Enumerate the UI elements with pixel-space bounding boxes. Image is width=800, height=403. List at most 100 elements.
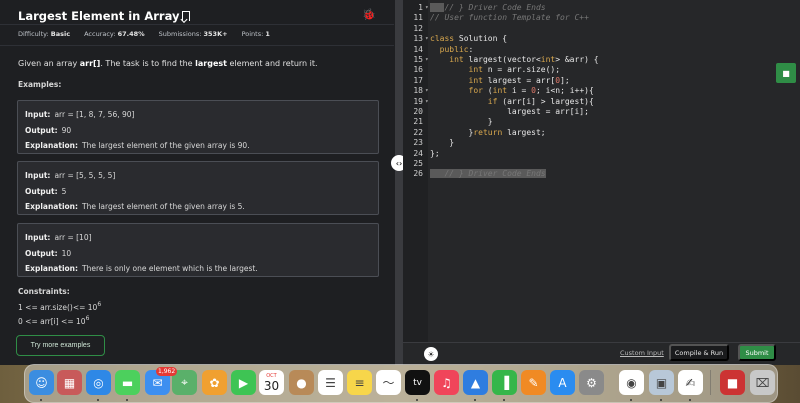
line-number: 23	[413, 138, 423, 148]
freeform-icon[interactable]: 〜	[376, 370, 401, 395]
line-number: 18	[413, 86, 423, 96]
code-line[interactable]: 13 ▾ class Solution {	[403, 34, 800, 45]
editor-footer: ☀ Custom Input Compile & Run Submit	[403, 342, 800, 365]
lightbulb-icon[interactable]: ☀	[424, 347, 438, 361]
examples-heading: Examples:	[18, 80, 62, 89]
line-number: 24	[413, 148, 423, 158]
code-editor[interactable]: 1 ▾ // } Driver Code Ends 11// User functi…	[403, 0, 800, 342]
code-line[interactable]: 16 int n = arr.size();	[403, 65, 800, 76]
code-line[interactable]: 23 }	[403, 138, 800, 149]
code-line[interactable]: 22 }return largest;	[403, 128, 800, 139]
appletv-icon[interactable]: tv	[405, 370, 430, 395]
code-text[interactable]: if (arr[i] > largest){	[430, 97, 594, 108]
submit-button[interactable]: Submit	[738, 344, 776, 361]
line-number: 13	[413, 34, 423, 44]
code-text[interactable]: // } Driver Code Ends	[430, 169, 546, 180]
safari-icon[interactable]: ◎	[86, 370, 111, 395]
code-text[interactable]: // User function Template for C++	[430, 13, 589, 24]
calendar-day: 30	[263, 378, 280, 393]
code-text[interactable]: int largest = arr[0];	[430, 76, 570, 87]
code-line[interactable]: 12	[403, 24, 800, 35]
chrome-icon[interactable]: ◉	[619, 370, 644, 395]
bug-report-icon[interactable]: 🐞	[362, 8, 376, 21]
accuracy: Accuracy: 67.48%	[84, 30, 145, 38]
calendar-icon[interactable]: OCT 30	[259, 370, 284, 395]
code-line[interactable]: 24};	[403, 149, 800, 160]
code-text[interactable]: }	[430, 138, 454, 149]
constraints-heading: Constraints:	[18, 287, 70, 296]
pages-icon[interactable]: ✎	[521, 370, 546, 395]
photos-icon[interactable]: ✿	[202, 370, 227, 395]
example-box: Input: arr = [1, 8, 7, 56, 90] Output: 90 …	[17, 100, 379, 154]
fold-arrow-icon[interactable]: ▾	[425, 34, 429, 45]
appletv-label: tv	[413, 377, 422, 388]
example-box: Input: arr = [5, 5, 5, 5] Output: 5 Explan…	[17, 161, 379, 215]
fold-arrow-icon[interactable]: ▾	[425, 97, 429, 108]
line-number: 25	[413, 159, 423, 168]
line-number: 22	[413, 127, 423, 137]
code-line[interactable]: 15 ▾ int largest(vector<int> &arr) {	[403, 55, 800, 66]
trash-icon[interactable]: ⌧	[750, 370, 775, 395]
code-text[interactable]: for (int i = 0; i<n; i++){	[430, 86, 594, 97]
submissions: Submissions: 353K+	[158, 30, 228, 38]
photo-booth-icon[interactable]: ■	[720, 370, 745, 395]
code-text[interactable]: // } Driver Code Ends	[430, 3, 546, 14]
code-line[interactable]: 21 }	[403, 117, 800, 128]
line-number: 17	[413, 75, 423, 85]
code-text[interactable]: };	[430, 149, 440, 160]
running-indicator	[416, 399, 418, 401]
notes-icon[interactable]: ≡	[347, 370, 372, 395]
problem-description: Given an array arr[]. The task is to fin…	[18, 59, 318, 68]
code-line[interactable]: 11 // User function Template for C++	[403, 13, 800, 24]
code-text[interactable]: class Solution {	[430, 34, 507, 45]
code-line[interactable]: 19 ▾ if (arr[i] > largest){	[403, 97, 800, 108]
contacts-icon[interactable]: ●	[289, 370, 314, 395]
line-number: 12	[413, 23, 423, 33]
try-more-examples-button[interactable]: Try more examples	[16, 335, 105, 356]
chat-icon[interactable]: ■	[776, 63, 796, 83]
fold-arrow-icon[interactable]: ▾	[425, 55, 429, 66]
code-text[interactable]: int n = arr.size();	[430, 65, 561, 76]
compile-run-button[interactable]: Compile & Run	[669, 344, 729, 361]
title-row: Largest Element in Array 🐞	[18, 8, 380, 24]
fold-arrow-icon[interactable]: ▾	[425, 3, 429, 14]
code-line[interactable]: 1 ▾ // } Driver Code Ends	[403, 3, 800, 14]
code-line[interactable]: 14 public:	[403, 45, 800, 56]
textedit-icon[interactable]: ✍	[678, 370, 703, 395]
panel-splitter[interactable]	[395, 0, 403, 365]
launchpad-icon[interactable]: ▦	[57, 370, 82, 395]
numbers-icon[interactable]: ▐	[492, 370, 517, 395]
facetime-icon[interactable]: ▶	[231, 370, 256, 395]
example-box: Input: arr = [10] Output: 10 Explanation: T…	[17, 223, 379, 277]
line-number: 15	[413, 55, 423, 64]
system-settings-icon[interactable]: ⚙	[579, 370, 604, 395]
code-line[interactable]: 25	[403, 159, 800, 170]
fold-arrow-icon[interactable]: ▾	[425, 86, 429, 97]
code-line[interactable]: 20 largest = arr[i];	[403, 107, 800, 118]
reminders-icon[interactable]: ☰	[318, 370, 343, 395]
appstore-icon[interactable]: A	[550, 370, 575, 395]
custom-input-link[interactable]: Custom Input	[620, 349, 664, 357]
code-text[interactable]: public:	[430, 45, 474, 56]
line-number: 26	[413, 169, 423, 179]
code-line[interactable]: 18 ▾ for (int i = 0; i<n; i++){	[403, 86, 800, 97]
messages-icon[interactable]: ▬	[115, 370, 140, 395]
running-indicator	[503, 399, 505, 401]
code-text[interactable]: int largest(vector<int> &arr) {	[430, 55, 598, 66]
preview-icon[interactable]: ▣	[649, 370, 674, 395]
code-text[interactable]: largest = arr[i];	[430, 107, 589, 118]
code-text[interactable]: }return largest;	[430, 128, 546, 139]
code-line[interactable]: 26 // } Driver Code Ends	[403, 169, 800, 180]
bookmark-icon[interactable]	[182, 11, 191, 21]
keynote-icon[interactable]: ▲	[463, 370, 488, 395]
constraint-item: 0 <= arr[i] <= 106	[18, 315, 90, 326]
running-indicator	[630, 399, 632, 401]
finder-icon[interactable]: ☺	[29, 370, 54, 395]
running-indicator	[660, 399, 662, 401]
code-text[interactable]: }	[430, 117, 493, 128]
code-line[interactable]: 17 int largest = arr[0];	[403, 76, 800, 87]
running-indicator	[689, 399, 691, 401]
problem-title: Largest Element in Array	[18, 9, 180, 23]
line-number: 14	[413, 44, 423, 54]
music-icon[interactable]: ♫	[434, 370, 459, 395]
